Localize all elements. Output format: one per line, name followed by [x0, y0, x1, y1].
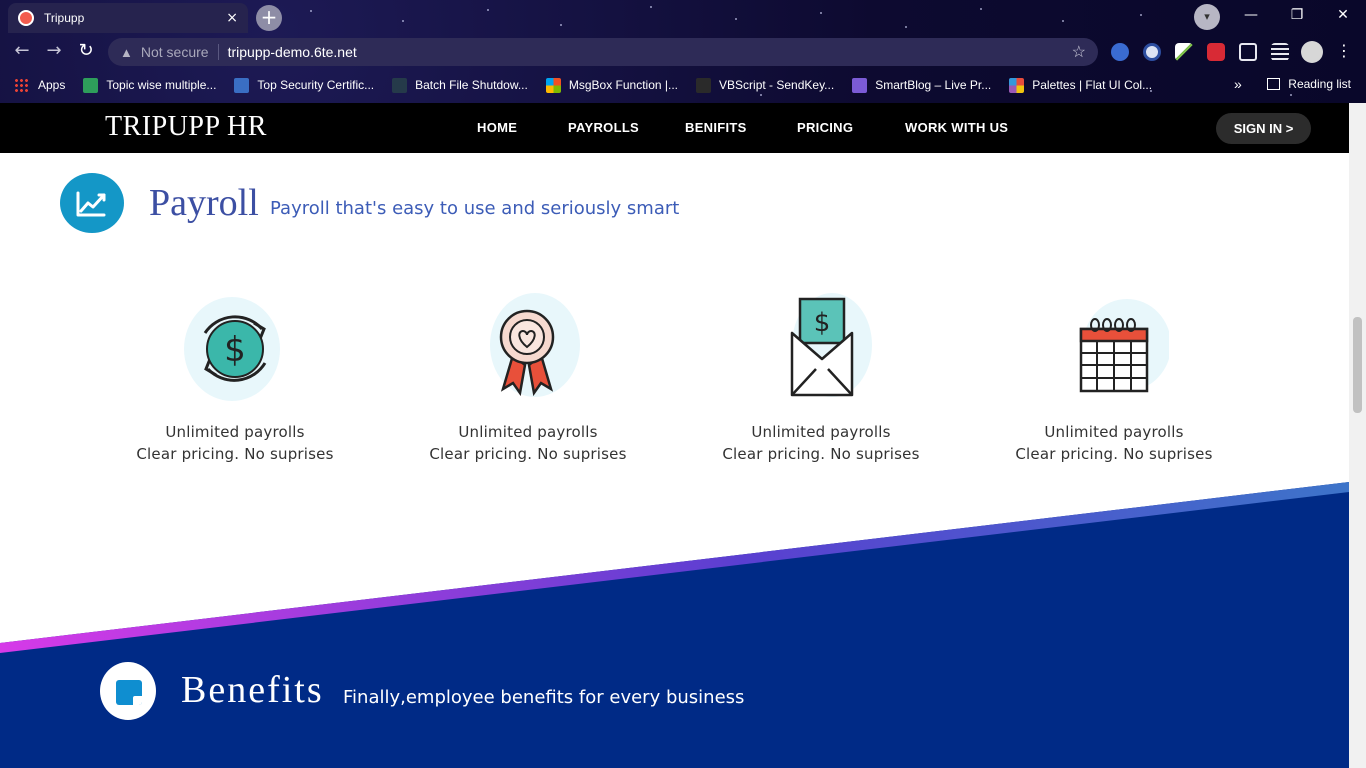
- browser-tab-active[interactable]: Tripupp ×: [8, 3, 248, 33]
- feature-card: Unlimited payrolls Clear pricing. No sup…: [408, 293, 648, 465]
- media-control-icon[interactable]: [1271, 43, 1289, 61]
- minimize-button[interactable]: —: [1228, 4, 1274, 28]
- back-button[interactable]: ←: [10, 40, 34, 64]
- scrollbar-thumb[interactable]: [1353, 317, 1362, 413]
- payroll-subheading: Payroll that's easy to use and seriously…: [270, 198, 680, 219]
- bookmark-label: MsgBox Function |...: [568, 78, 679, 92]
- bookmark-favicon-icon: [852, 77, 868, 93]
- bookmark-item[interactable]: Top Security Certific...: [234, 77, 375, 93]
- bookmark-label: VBScript - SendKey...: [719, 78, 835, 92]
- bookmark-item[interactable]: Topic wise multiple...: [83, 77, 217, 93]
- web-page: TRIPUPP HR HOME PAYROLLS BENIFITS PRICIN…: [0, 103, 1349, 768]
- bookmark-star-icon[interactable]: ☆: [1072, 42, 1086, 62]
- bookmark-item[interactable]: Palettes | Flat UI Col...: [1009, 77, 1153, 93]
- award-ribbon-icon: [473, 293, 583, 403]
- extensions-puzzle-icon[interactable]: [1239, 43, 1257, 61]
- benefits-heading: Benefits: [181, 669, 324, 711]
- nav-pricing[interactable]: PRICING: [797, 120, 853, 135]
- reading-list-button[interactable]: Reading list: [1267, 77, 1351, 91]
- extension-wand-icon[interactable]: [1175, 43, 1193, 61]
- profile-avatar[interactable]: [1301, 41, 1323, 63]
- site-navbar: TRIPUPP HR HOME PAYROLLS BENIFITS PRICIN…: [0, 103, 1349, 153]
- kebab-menu-icon[interactable]: ⋮: [1332, 40, 1356, 64]
- new-tab-button[interactable]: +: [256, 5, 282, 31]
- feature-card: Unlimited payrolls Clear pricing. No sup…: [994, 293, 1234, 465]
- nav-payrolls[interactable]: PAYROLLS: [568, 120, 639, 135]
- bookmarks-overflow-icon[interactable]: »: [1234, 76, 1242, 92]
- bookmark-favicon-icon: [234, 77, 250, 93]
- feature-title: Unlimited payrolls: [458, 423, 598, 441]
- bookmark-favicon-icon: [696, 77, 712, 93]
- feature-title: Unlimited payrolls: [165, 423, 305, 441]
- extension-icon-4[interactable]: [1207, 43, 1225, 61]
- forward-button[interactable]: →: [42, 40, 66, 64]
- bookmark-favicon-icon: [1009, 77, 1025, 93]
- bookmark-apps[interactable]: Apps: [0, 78, 65, 92]
- bookmark-label: Batch File Shutdow...: [415, 78, 528, 92]
- extension-icon-2[interactable]: [1143, 43, 1161, 61]
- feature-title: Unlimited payrolls: [751, 423, 891, 441]
- feature-card: $ Unlimited payrolls Clear pricing. No s…: [701, 293, 941, 465]
- browser-chrome: Tripupp × + ▾ — ❐ ✕ ← → ↻ ▲ Not secure t…: [0, 0, 1366, 103]
- tab-close-icon[interactable]: ×: [226, 10, 238, 26]
- omnibox-divider: [217, 44, 219, 60]
- bookmarks-bar: Apps Topic wise multiple... Top Security…: [0, 72, 1366, 98]
- section-divider-wave: [0, 482, 1349, 768]
- feature-description: Clear pricing. No suprises: [722, 445, 920, 463]
- sign-in-button[interactable]: SIGN IN >: [1216, 113, 1311, 144]
- benefits-subheading: Finally,employee benefits for every busi…: [343, 687, 745, 708]
- reading-list-label: Reading list: [1288, 77, 1351, 91]
- feature-card: $ Unlimited payrolls Clear pricing. No s…: [115, 293, 355, 465]
- bookmark-label: Topic wise multiple...: [106, 78, 217, 92]
- extension-icon-1[interactable]: [1111, 43, 1129, 61]
- bookmark-label: Palettes | Flat UI Col...: [1032, 78, 1153, 92]
- sticky-note-icon: [100, 662, 156, 720]
- refresh-dollar-icon: $: [180, 293, 290, 403]
- bookmark-label: SmartBlog – Live Pr...: [875, 78, 992, 92]
- tab-favicon-icon: [18, 10, 34, 26]
- payroll-heading: Payroll: [149, 182, 259, 224]
- feature-description: Clear pricing. No suprises: [1015, 445, 1213, 463]
- calendar-icon: [1059, 293, 1171, 403]
- apps-grid-icon: [14, 78, 28, 92]
- browser-toolbar: ← → ↻ ▲ Not secure tripupp-demo.6te.net …: [0, 36, 1366, 68]
- nav-home[interactable]: HOME: [477, 120, 517, 135]
- bookmark-item[interactable]: VBScript - SendKey...: [696, 77, 835, 93]
- chart-trend-icon: [60, 173, 124, 233]
- bookmark-label: Apps: [38, 78, 66, 92]
- bookmark-item[interactable]: SmartBlog – Live Pr...: [852, 77, 992, 93]
- feature-title: Unlimited payrolls: [1044, 423, 1184, 441]
- reload-button[interactable]: ↻: [74, 40, 98, 64]
- feature-description: Clear pricing. No suprises: [429, 445, 627, 463]
- page-scrollbar[interactable]: [1349, 103, 1366, 768]
- reading-list-icon: [1267, 78, 1281, 90]
- security-status[interactable]: Not secure: [141, 44, 209, 60]
- bookmark-favicon-icon: [392, 77, 408, 93]
- feature-description: Clear pricing. No suprises: [136, 445, 334, 463]
- nav-work-with-us[interactable]: WORK WITH US: [905, 120, 1008, 135]
- address-bar[interactable]: ▲ Not secure tripupp-demo.6te.net ☆: [108, 38, 1098, 66]
- microsoft-logo-icon: [545, 77, 561, 93]
- close-window-button[interactable]: ✕: [1320, 4, 1366, 28]
- svg-text:$: $: [224, 330, 246, 370]
- nav-benifits[interactable]: BENIFITS: [685, 120, 747, 135]
- bookmark-favicon-icon: [83, 77, 99, 93]
- bookmark-item[interactable]: MsgBox Function |...: [545, 77, 679, 93]
- warning-icon: ▲: [120, 44, 133, 60]
- url-text[interactable]: tripupp-demo.6te.net: [228, 44, 1072, 60]
- envelope-dollar-icon: $: [766, 293, 876, 403]
- tab-title: Tripupp: [44, 11, 85, 25]
- site-brand[interactable]: TRIPUPP HR: [105, 111, 267, 143]
- bookmark-item[interactable]: Batch File Shutdow...: [392, 77, 528, 93]
- svg-text:$: $: [814, 308, 831, 338]
- restore-button[interactable]: ❐: [1274, 4, 1320, 28]
- bookmark-label: Top Security Certific...: [257, 78, 375, 92]
- tab-search-icon[interactable]: ▾: [1194, 4, 1220, 30]
